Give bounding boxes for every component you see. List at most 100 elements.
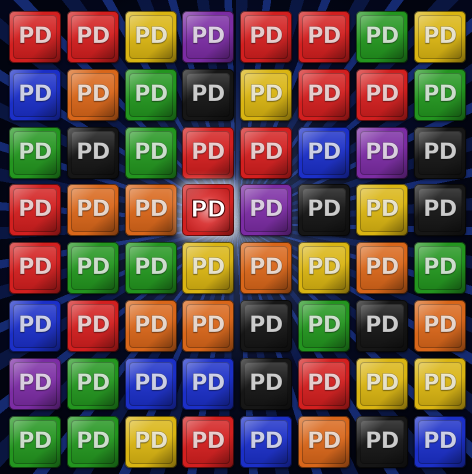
game-tile[interactable]: PD (67, 127, 119, 179)
game-tile[interactable]: PD (414, 300, 466, 352)
game-tile[interactable]: PD (67, 242, 119, 294)
game-tile[interactable]: PD (240, 416, 292, 468)
game-tile[interactable]: PD (182, 69, 234, 121)
game-tile[interactable]: PD (240, 242, 292, 294)
game-tile[interactable]: PD (67, 358, 119, 410)
tile-label: PD (134, 255, 168, 280)
tile-face: PD (418, 188, 462, 232)
tile-face: PD (71, 73, 115, 117)
game-tile[interactable]: PD (240, 358, 292, 410)
game-tile[interactable]: PD (356, 300, 408, 352)
game-tile[interactable]: PD (125, 358, 177, 410)
tile-label: PD (134, 140, 168, 165)
tile-face: PD (360, 304, 404, 348)
game-tile[interactable]: PD (182, 184, 234, 236)
game-tile[interactable]: PD (125, 127, 177, 179)
game-tile[interactable]: PD (125, 300, 177, 352)
game-tile[interactable]: PD (240, 300, 292, 352)
tile-label: PD (307, 140, 341, 165)
game-tile[interactable]: PD (240, 11, 292, 63)
game-tile[interactable]: PD (356, 184, 408, 236)
tile-label: PD (76, 429, 110, 454)
tile-label: PD (365, 255, 399, 280)
game-tile[interactable]: PD (9, 300, 61, 352)
game-tile[interactable]: PD (298, 242, 350, 294)
game-tile[interactable]: PD (9, 416, 61, 468)
game-tile[interactable]: PD (182, 127, 234, 179)
tile-face: PD (129, 15, 173, 59)
tile-label: PD (134, 197, 168, 222)
game-tile[interactable]: PD (67, 300, 119, 352)
game-tile[interactable]: PD (9, 69, 61, 121)
game-tile[interactable]: PD (298, 127, 350, 179)
tile-face: PD (71, 304, 115, 348)
game-tile[interactable]: PD (298, 300, 350, 352)
tile-label: PD (365, 82, 399, 107)
game-tile[interactable]: PD (356, 127, 408, 179)
tile-face: PD (360, 362, 404, 406)
game-tile[interactable]: PD (182, 300, 234, 352)
game-tile[interactable]: PD (240, 69, 292, 121)
tile-face: PD (360, 15, 404, 59)
game-tile[interactable]: PD (125, 184, 177, 236)
game-tile[interactable]: PD (414, 184, 466, 236)
game-tile[interactable]: PD (67, 69, 119, 121)
game-tile[interactable]: PD (67, 416, 119, 468)
game-tile[interactable]: PD (414, 11, 466, 63)
game-tile[interactable]: PD (240, 184, 292, 236)
tile-face: PD (244, 304, 288, 348)
tile-face: PD (129, 73, 173, 117)
game-tile[interactable]: PD (9, 184, 61, 236)
game-tile[interactable]: PD (182, 11, 234, 63)
game-tile[interactable]: PD (298, 416, 350, 468)
game-tile[interactable]: PD (356, 242, 408, 294)
game-tile[interactable]: PD (298, 184, 350, 236)
game-tile[interactable]: PD (356, 416, 408, 468)
game-tile[interactable]: PD (356, 69, 408, 121)
tile-label: PD (423, 197, 457, 222)
tile-face: PD (71, 246, 115, 290)
tile-label: PD (249, 429, 283, 454)
game-tile[interactable]: PD (182, 358, 234, 410)
game-tile[interactable]: PD (67, 11, 119, 63)
game-tile[interactable]: PD (298, 11, 350, 63)
tile-face: PD (71, 15, 115, 59)
tile-face: PD (13, 362, 57, 406)
game-tile[interactable]: PD (125, 416, 177, 468)
game-tile[interactable]: PD (240, 127, 292, 179)
game-tile[interactable]: PD (356, 11, 408, 63)
tile-label: PD (423, 429, 457, 454)
tile-label: PD (249, 140, 283, 165)
tile-label: PD (76, 140, 110, 165)
game-tile[interactable]: PD (182, 242, 234, 294)
tile-label: PD (365, 140, 399, 165)
game-board: PD PD PD PD PD PD PD PD PD PD PD PD PD PD PD PD PD PD PD PD… (0, 0, 472, 474)
game-tile[interactable]: PD (9, 127, 61, 179)
game-tile[interactable]: PD (9, 11, 61, 63)
game-tile[interactable]: PD (414, 127, 466, 179)
game-tile[interactable]: PD (182, 416, 234, 468)
tile-face: PD (302, 420, 346, 464)
tile-label: PD (190, 196, 226, 223)
tile-label: PD (307, 429, 341, 454)
game-tile[interactable]: PD (414, 416, 466, 468)
tile-face: PD (129, 304, 173, 348)
tile-face: PD (360, 131, 404, 175)
tile-label: PD (423, 371, 457, 396)
game-tile[interactable]: PD (298, 358, 350, 410)
game-tile[interactable]: PD (67, 184, 119, 236)
tile-face: PD (244, 15, 288, 59)
game-tile[interactable]: PD (414, 242, 466, 294)
game-tile[interactable]: PD (9, 358, 61, 410)
game-tile[interactable]: PD (125, 11, 177, 63)
tile-face: PD (71, 188, 115, 232)
tile-face: PD (418, 420, 462, 464)
game-tile[interactable]: PD (298, 69, 350, 121)
game-tile[interactable]: PD (414, 69, 466, 121)
game-tile[interactable]: PD (414, 358, 466, 410)
tile-face: PD (129, 246, 173, 290)
game-tile[interactable]: PD (125, 242, 177, 294)
game-tile[interactable]: PD (125, 69, 177, 121)
game-tile[interactable]: PD (356, 358, 408, 410)
game-tile[interactable]: PD (9, 242, 61, 294)
